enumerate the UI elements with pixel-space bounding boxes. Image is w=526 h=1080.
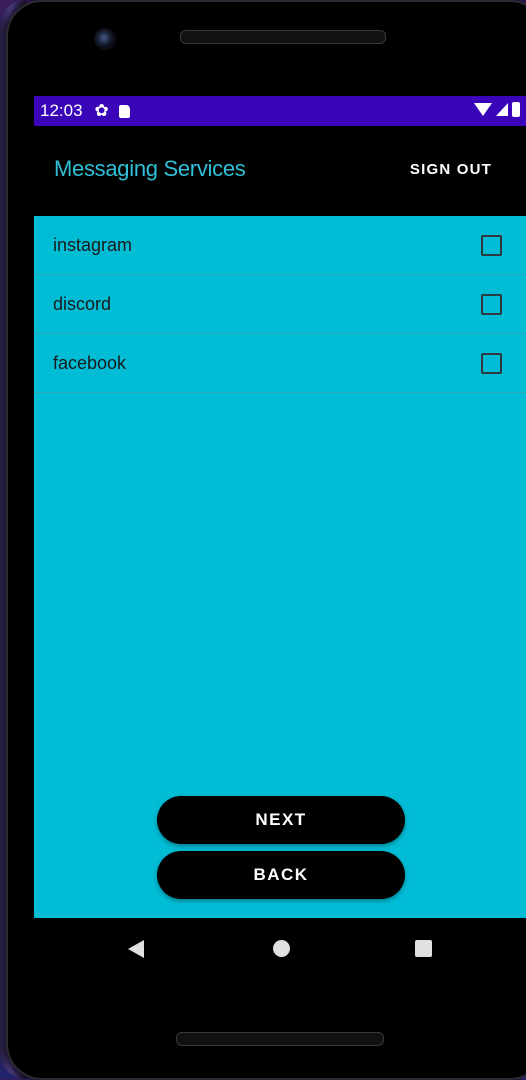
list-item-label: instagram: [53, 235, 133, 255]
main-content: instagram discord facebook NEXT BACK: [34, 216, 526, 918]
wifi-icon: [474, 103, 492, 116]
back-button[interactable]: BACK: [157, 851, 405, 899]
recents-square-icon[interactable]: [415, 940, 432, 957]
status-right-icons: [474, 102, 520, 117]
instagram-checkbox[interactable]: [481, 235, 502, 256]
gear-icon: ✿: [94, 101, 109, 120]
facebook-checkbox[interactable]: [481, 353, 502, 374]
status-bar: 12:03 ✿: [34, 96, 526, 126]
battery-icon: [512, 102, 520, 117]
status-time: 12:03: [40, 101, 83, 120]
list-item-facebook[interactable]: facebook: [34, 334, 526, 393]
page-title: Messaging Services: [54, 156, 246, 181]
list-item-label: discord: [53, 294, 112, 314]
list-item-label: facebook: [53, 353, 127, 373]
discord-checkbox[interactable]: [481, 294, 502, 315]
bottom-speaker-grille: [176, 1032, 384, 1046]
next-button[interactable]: NEXT: [157, 796, 405, 844]
cell-signal-icon: [496, 103, 508, 116]
list-item-instagram[interactable]: instagram: [34, 216, 526, 275]
app-bar: Messaging Services SIGN OUT: [34, 126, 526, 216]
front-camera: [94, 28, 116, 50]
back-triangle-icon[interactable]: [128, 940, 144, 958]
system-nav-bar: [34, 918, 526, 978]
sd-card-icon: [118, 104, 130, 118]
home-circle-icon[interactable]: [273, 940, 290, 957]
sign-out-button[interactable]: SIGN OUT: [410, 161, 492, 178]
top-speaker-grille: [180, 30, 386, 44]
list-item-discord[interactable]: discord: [34, 275, 526, 334]
